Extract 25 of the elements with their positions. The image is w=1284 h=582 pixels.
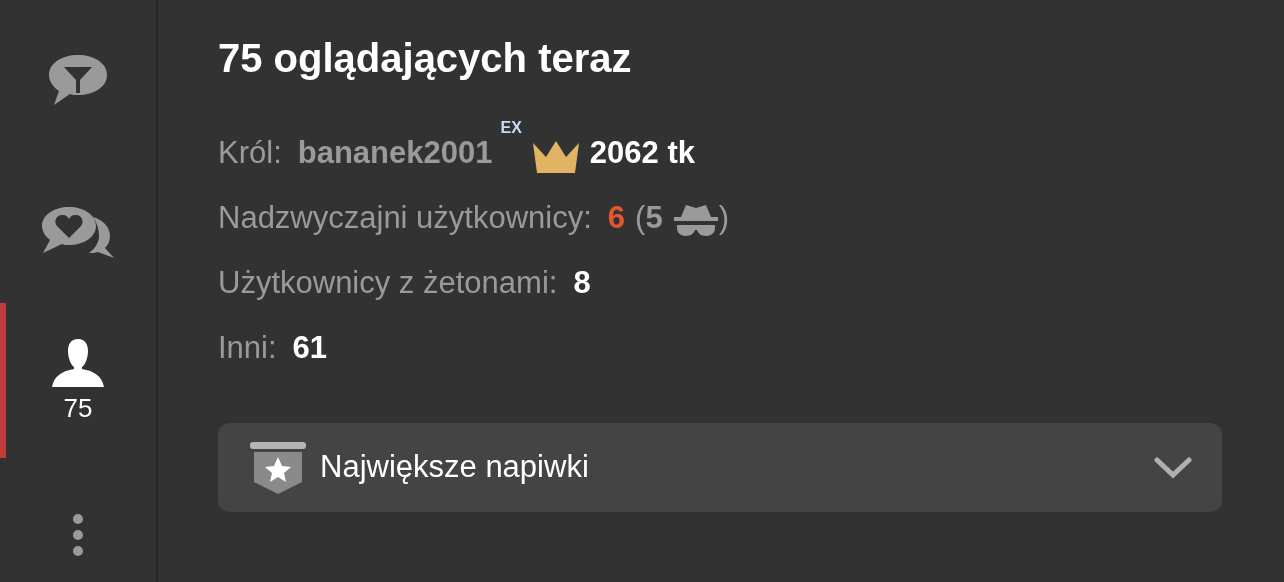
king-username: bananek2001 — [297, 134, 493, 172]
stat-value: 61 — [292, 329, 328, 367]
incognito-icon — [672, 203, 719, 237]
chat-filter-icon — [48, 53, 108, 107]
ex-label: EX — [500, 118, 522, 138]
stat-label: Nadzwyczajni użytkownicy: — [218, 199, 592, 237]
dropdown-label: Największe napiwki — [320, 448, 590, 487]
viewer-count-label: 75 — [63, 392, 93, 423]
token-amount: 2062 tk — [589, 134, 695, 172]
stat-label: Król: — [218, 134, 282, 172]
stat-label: Inni: — [218, 329, 277, 367]
paren: ( — [635, 199, 646, 237]
badge-star-icon — [250, 441, 306, 494]
stat-label: Użytkownicy z żetonami: — [218, 264, 558, 302]
viewer-count-title: 75 oglądających teraz — [218, 35, 633, 82]
hidden-count: 5 — [645, 199, 663, 237]
paren: ) — [718, 199, 729, 237]
stat-value: 8 — [573, 264, 591, 302]
sidebar-tab[interactable]: 75 — [0, 303, 156, 458]
special-count: 6 — [607, 199, 626, 237]
more-icon — [72, 513, 84, 557]
user-icon — [52, 338, 104, 387]
heart-chat-icon — [41, 205, 115, 259]
crown-icon — [531, 139, 580, 173]
top-tips-dropdown[interactable]: Największe napiwki — [218, 423, 1222, 512]
